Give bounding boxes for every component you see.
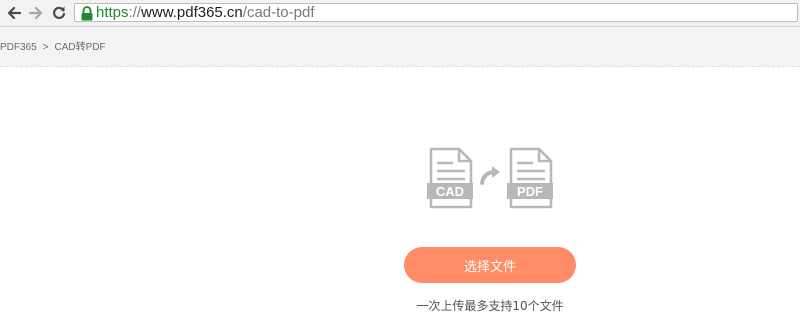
pdf-file-icon: PDF — [507, 147, 553, 209]
forward-arrow-icon — [29, 6, 43, 20]
forward-button[interactable] — [28, 4, 44, 22]
reload-button[interactable] — [51, 4, 67, 22]
browser-toolbar: https://www.pdf365.cn/cad-to-pdf — [0, 0, 800, 27]
back-button[interactable] — [6, 4, 22, 22]
select-file-button[interactable]: 选择文件 — [404, 247, 576, 283]
breadcrumb-separator: > — [42, 42, 49, 53]
cad-label: CAD — [436, 184, 464, 199]
lock-icon — [81, 6, 93, 21]
breadcrumb-current: CAD转PDF — [54, 42, 106, 53]
url-scheme: https — [96, 4, 129, 21]
address-bar[interactable]: https://www.pdf365.cn/cad-to-pdf — [74, 3, 798, 22]
pdf-label: PDF — [517, 184, 543, 199]
url-separator: :// — [128, 4, 142, 21]
breadcrumb-bar: PDF365 > CAD转PDF — [0, 27, 800, 67]
url-path: /cad-to-pdf — [242, 4, 315, 21]
back-arrow-icon — [7, 6, 21, 20]
upload-limit-hint: 一次上传最多支持10个文件 — [416, 299, 564, 313]
reload-icon — [53, 6, 66, 19]
address-url: https://www.pdf365.cn/cad-to-pdf — [96, 3, 315, 22]
url-host: www.pdf365.cn — [141, 4, 243, 21]
breadcrumb-home-link[interactable]: PDF365 — [0, 42, 37, 53]
cad-file-icon: CAD — [427, 147, 473, 209]
curved-arrow-icon — [480, 166, 500, 185]
breadcrumb: PDF365 > CAD转PDF — [0, 38, 106, 53]
cad-to-pdf-illustration: CAD PDF — [427, 147, 553, 209]
